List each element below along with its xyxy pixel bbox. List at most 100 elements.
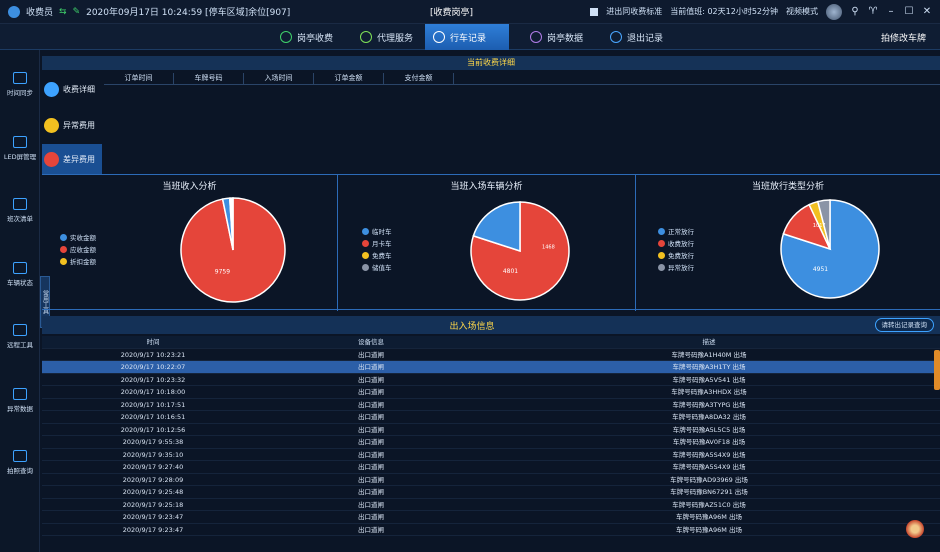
operator-name: 收费员 [26, 8, 54, 18]
pie-big-label: 4951 [813, 266, 828, 273]
table-row[interactable]: 2020/9/17 9:28:09 出口道闸 车牌号码豫AD93969 出场 [42, 474, 940, 486]
legend-item: 储值车 [362, 261, 392, 273]
entry-pie: 4801 1468 [470, 201, 570, 301]
legend-swatch [60, 257, 67, 265]
subnav-fee-detail[interactable]: 收费详细 [42, 74, 102, 104]
subnav-diff-fee[interactable]: 差异费用 [42, 144, 102, 174]
maximize-icon[interactable]: ☐ [904, 6, 914, 17]
table-row[interactable]: 2020/9/17 9:23:47 出口道闸 车牌号码豫A96M 出场 [42, 524, 940, 536]
legend-item: 临时车 [362, 225, 392, 237]
cell-device: 出口道闸 [358, 450, 384, 459]
same-fee-checkbox[interactable] [590, 7, 599, 16]
edit-icon[interactable]: ✎ [73, 7, 81, 17]
tab-records[interactable]: 行车记录 [425, 24, 509, 50]
sidebar-item-remote[interactable]: 远程工具 [0, 324, 40, 349]
sidebar-item-time-sync[interactable]: 时间同步 [0, 72, 40, 97]
pin-icon[interactable]: ⚲ [850, 6, 860, 17]
subnav-abnormal-fee[interactable]: 异常费用 [42, 110, 102, 140]
shirt-icon[interactable]: ♈ [868, 6, 878, 17]
legend-item: 收费放行 [658, 237, 694, 249]
col-plate[interactable]: 车牌号码 [174, 73, 244, 84]
tab-exit-records[interactable]: 退出记录 [602, 24, 671, 50]
col-time[interactable]: 时间 [42, 336, 264, 348]
table-row[interactable]: 2020/9/17 10:12:56 出口道闸 车牌号码豫A5L5C5 出场 [42, 424, 940, 436]
table-row[interactable]: 2020/9/17 9:55:38 出口道闸 车牌号码豫AV0F18 出场 [42, 436, 940, 449]
legend-item: 折扣金额 [60, 255, 96, 267]
sidebar-item-led[interactable]: LED屏管理 [0, 136, 40, 161]
cell-time: 2020/9/17 10:16:51 [120, 413, 186, 421]
io-table-header: 时间 设备信息 描述 [42, 336, 940, 349]
col-order-amount[interactable]: 订单金额 [314, 73, 384, 84]
col-device[interactable]: 设备信息 [264, 336, 478, 348]
cell-time: 2020/9/17 9:25:48 [122, 488, 184, 496]
cell-device: 出口道闸 [358, 488, 384, 496]
sidebar-item-photo[interactable]: 拍照查询 [0, 450, 40, 475]
table-row[interactable]: 2020/9/17 9:25:48 出口道闸 车牌号码豫BN67291 出场 [42, 486, 940, 499]
cell-device: 出口道闸 [358, 375, 384, 384]
table-row[interactable]: 2020/9/17 10:23:32 出口道闸 车牌号码豫A5V541 出场 [42, 374, 940, 386]
cell-time: 2020/9/17 10:23:21 [120, 350, 186, 359]
exit-icon [610, 31, 622, 43]
cell-time: 2020/9/17 9:23:47 [122, 525, 184, 534]
cell-desc: 车牌号码豫A5S4X9 出场 [672, 463, 746, 471]
entry-title: 当班入场车辆分析 [450, 182, 523, 192]
release-legend: 正常放行 收费放行 免费放行 异常放行 [658, 225, 694, 273]
table-row[interactable]: 2020/9/17 10:18:00 出口道闸 车牌号码豫A3HHDX 出场 [42, 386, 940, 399]
cell-time: 2020/9/17 9:25:18 [122, 500, 184, 509]
legend-swatch [60, 233, 67, 241]
tab-agency[interactable]: 代理服务 [352, 24, 421, 50]
table-row[interactable]: 2020/9/17 9:35:10 出口道闸 车牌号码豫A5S4X9 出场 [42, 449, 940, 461]
legend-item: 正常放行 [658, 225, 694, 237]
cell-desc: 车牌号码豫A5S4X9 出场 [672, 450, 746, 459]
edit-plate-link[interactable]: 拍修改车牌 [881, 31, 926, 44]
legend-swatch [362, 251, 369, 259]
cell-desc: 车牌号码豫A3HHDX 出场 [671, 388, 747, 396]
legend-item: 实收金额 [60, 231, 96, 243]
cell-desc: 车牌号码豫A1H40M 出场 [671, 350, 747, 359]
table-row[interactable]: 2020/9/17 9:27:40 出口道闸 车牌号码豫A5S4X9 出场 [42, 461, 940, 474]
cell-device: 出口道闸 [358, 463, 384, 471]
cell-device: 出口道闸 [358, 400, 384, 409]
minimize-icon[interactable]: – [886, 6, 896, 17]
cell-time: 2020/9/17 9:27:40 [122, 463, 184, 471]
close-icon[interactable]: ✕ [922, 6, 932, 17]
table-row[interactable]: 2020/9/17 9:25:18 出口道闸 车牌号码豫AZ51C0 出场 [42, 499, 940, 511]
legend-item: 应收金额 [60, 243, 96, 255]
cell-desc: 车牌号码豫AD93969 出场 [670, 475, 748, 484]
col-order-time[interactable]: 订单时间 [104, 73, 174, 84]
tab-booth-fee[interactable]: 岗亭收费 [272, 24, 341, 50]
avatar[interactable] [826, 3, 842, 20]
status-info: 2020年09月17日 10:24:59 [停车区域]余位[907] [86, 8, 291, 18]
gear-icon[interactable] [906, 520, 924, 538]
scrollbar[interactable] [934, 350, 940, 390]
alert-icon [44, 117, 59, 133]
table-row[interactable]: 2020/9/17 9:23:47 出口道闸 车牌号码豫A96M 出场 [42, 511, 940, 524]
cell-desc: 车牌号码豫AV0F18 出场 [672, 438, 746, 446]
table-row[interactable]: 2020/9/17 10:23:21 出口道闸 车牌号码豫A1H40M 出场 [42, 349, 940, 361]
col-desc[interactable]: 描述 [478, 336, 940, 348]
pie-big-label: 4801 [503, 268, 518, 275]
col-entry-time[interactable]: 入场时间 [244, 73, 314, 84]
sidebar-item-abnormal[interactable]: 异常数据 [0, 388, 40, 413]
exit-record-query-button[interactable]: 请转出记录查询 [874, 318, 934, 332]
legend-swatch [658, 251, 665, 259]
sidebar-item-shift[interactable]: 班次清单 [0, 198, 40, 223]
col-paid-amount[interactable]: 支付金额 [384, 73, 454, 84]
cell-device: 出口道闸 [358, 438, 384, 446]
table-row[interactable]: 2020/9/17 10:17:51 出口道闸 车牌号码豫A3TYPG 出场 [42, 399, 940, 411]
user-icon [8, 5, 20, 18]
table-row[interactable]: 2020/9/17 10:22:07 出口道闸 车牌号码豫A3H1TY 出场 [42, 361, 940, 374]
legend-item: 月卡车 [362, 237, 392, 249]
cell-time: 2020/9/17 9:35:10 [122, 450, 184, 459]
mode-label[interactable]: 视频模式 [786, 6, 818, 17]
link-icon: ⇆ [59, 6, 67, 17]
tab-booth-data[interactable]: 岗亭数据 [522, 24, 591, 50]
cell-time: 2020/9/17 10:12:56 [120, 425, 186, 434]
signal-icon [13, 324, 27, 336]
sidebar-item-vehicle[interactable]: 车辆状态 [0, 262, 40, 287]
table-row[interactable]: 2020/9/17 10:16:51 出口道闸 车牌号码豫A8DA32 出场 [42, 411, 940, 424]
duty-stats: 当前值班: 02天12小时52分钟 [670, 7, 778, 16]
data-icon [530, 31, 542, 43]
cell-device: 出口道闸 [358, 513, 384, 521]
entry-legend: 临时车 月卡车 免费车 储值车 [362, 225, 392, 273]
